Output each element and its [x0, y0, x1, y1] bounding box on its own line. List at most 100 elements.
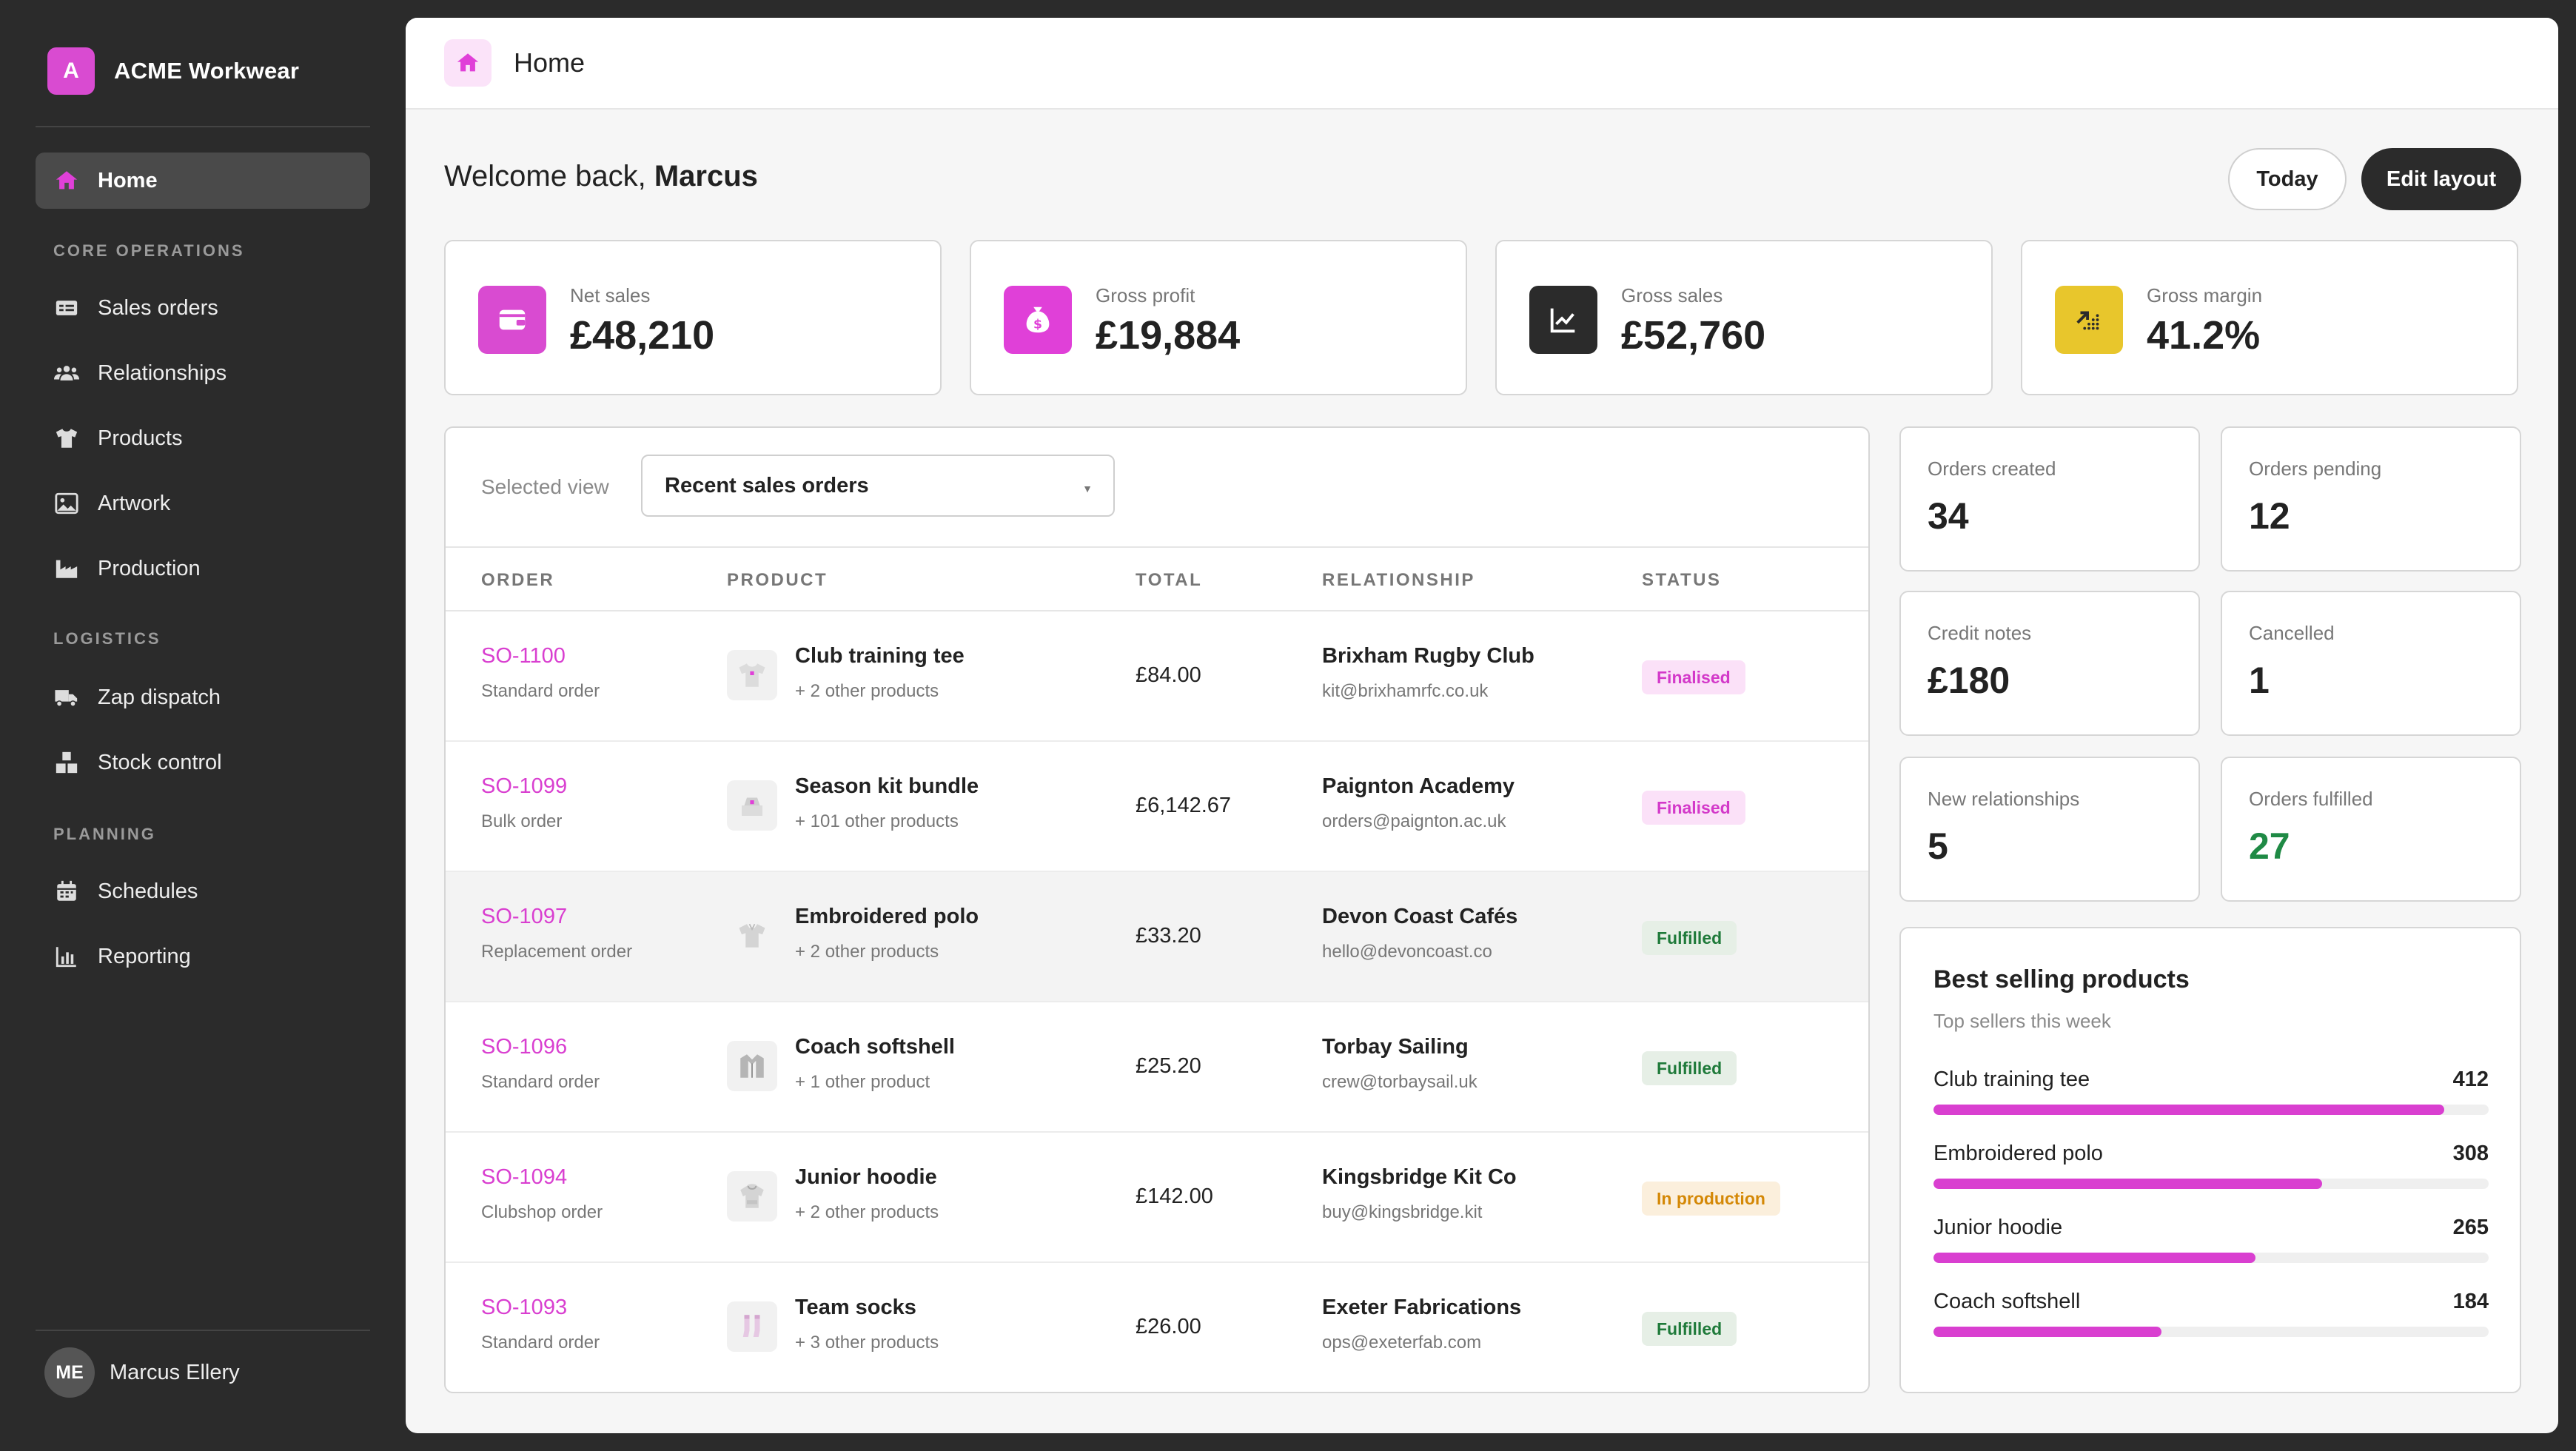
best-seller-item[interactable]: Coach softshell 184 [1933, 1290, 2489, 1349]
status-badge: Fulfilled [1642, 1312, 1737, 1346]
sidebar-item-reporting[interactable]: Reporting [36, 928, 370, 985]
best-seller-item[interactable]: Embroidered polo 308 [1933, 1142, 2489, 1201]
jacket-icon [727, 1041, 777, 1091]
table-row[interactable]: SO-1093 Standard order Team socks + 3 ot… [446, 1263, 1868, 1392]
order-type: Clubshop order [481, 1202, 603, 1222]
relationship-name: Paignton Academy [1322, 774, 1515, 798]
kpi-value: 41.2% [2147, 313, 2261, 358]
truck-icon [52, 683, 81, 712]
user-name: Marcus Ellery [110, 1360, 240, 1384]
brand[interactable]: A ACME Workwear [47, 46, 299, 96]
calendar-icon [52, 877, 81, 906]
sidebar-section-logistics: LOGISTICS [53, 629, 161, 648]
order-id-link[interactable]: SO-1097 [481, 905, 567, 929]
stat-value: 12 [2249, 495, 2290, 537]
edit-layout-button[interactable]: Edit layout [2361, 148, 2521, 210]
kpi-card-gross-sales[interactable]: Gross sales £52,760 [1495, 240, 1993, 395]
relationship-email: orders@paignton.ac.uk [1322, 811, 1506, 831]
relationship-name: Kingsbridge Kit Co [1322, 1165, 1517, 1189]
table-row[interactable]: SO-1099 Bulk order Season kit bundle + 1… [446, 742, 1868, 872]
product-name: Coach softshell [795, 1035, 955, 1059]
stat-card-orders-created[interactable]: Orders created 34 [1899, 426, 2200, 572]
table-row[interactable]: SO-1094 Clubshop order Junior hoodie + 2… [446, 1133, 1868, 1263]
best-seller-name: Coach softshell [1933, 1290, 2081, 1313]
best-seller-value: 265 [2452, 1216, 2489, 1239]
trend-up-icon [2055, 286, 2123, 354]
stat-label: Orders created [1928, 458, 2056, 480]
best-sellers-subtitle: Top sellers this week [1933, 1010, 2111, 1032]
sidebar-item-label: Home [98, 168, 158, 192]
order-type: Standard order [481, 1333, 600, 1353]
best-seller-value: 412 [2452, 1068, 2489, 1091]
kpi-card-net-sales[interactable]: Net sales £48,210 [444, 240, 942, 395]
home-icon [52, 166, 81, 195]
product-more: + 101 other products [795, 811, 959, 831]
sidebar-item-stock-control[interactable]: Stock control [36, 734, 370, 791]
relationship-name: Torbay Sailing [1322, 1035, 1469, 1059]
order-id-link[interactable]: SO-1096 [481, 1035, 567, 1059]
stat-label: Orders fulfilled [2249, 788, 2373, 810]
order-id-link[interactable]: SO-1100 [481, 644, 566, 668]
sidebar-divider [36, 1330, 370, 1331]
stat-label: Credit notes [1928, 622, 2032, 644]
column-header-order[interactable]: ORDER [481, 570, 554, 591]
best-seller-item[interactable]: Club training tee 412 [1933, 1068, 2489, 1127]
order-id-link[interactable]: SO-1099 [481, 774, 567, 799]
stat-card-orders-fulfilled[interactable]: Orders fulfilled 27 [2221, 757, 2521, 902]
sidebar-item-sales-orders[interactable]: Sales orders [36, 280, 370, 336]
relationship-email: kit@brixhamrfc.co.uk [1322, 681, 1489, 701]
best-seller-bar-track [1933, 1179, 2489, 1189]
order-total: £25.20 [1136, 1054, 1201, 1078]
hoodie-icon [727, 1171, 777, 1222]
avatar: ME [44, 1347, 95, 1398]
stat-card-orders-pending[interactable]: Orders pending 12 [2221, 426, 2521, 572]
order-id-link[interactable]: SO-1093 [481, 1296, 567, 1320]
order-total: £6,142.67 [1136, 794, 1232, 817]
sidebar-item-home[interactable]: Home [36, 153, 370, 209]
stat-value: £180 [1928, 660, 2010, 701]
sidebar-section-planning: PLANNING [53, 825, 156, 843]
view-select[interactable]: Recent sales orders ▼ [641, 455, 1115, 517]
sidebar-item-schedules[interactable]: Schedules [36, 863, 370, 919]
best-seller-bar-track [1933, 1105, 2489, 1115]
today-button[interactable]: Today [2228, 148, 2347, 210]
kpi-card-gross-margin[interactable]: Gross margin 41.2% [2021, 240, 2518, 395]
column-header-total[interactable]: TOTAL [1136, 570, 1202, 591]
product-name: Season kit bundle [795, 774, 979, 798]
sidebar-item-products[interactable]: Products [36, 410, 370, 466]
sidebar-divider [36, 126, 370, 127]
column-header-status[interactable]: STATUS [1642, 570, 1721, 591]
stat-card-cancelled[interactable]: Cancelled 1 [2221, 591, 2521, 736]
sidebar-item-production[interactable]: Production [36, 540, 370, 597]
best-seller-item[interactable]: Junior hoodie 265 [1933, 1216, 2489, 1275]
stat-card-new-relationships[interactable]: New relationships 5 [1899, 757, 2200, 902]
svg-text:$: $ [1033, 318, 1042, 332]
table-row[interactable]: SO-1100 Standard order Club training tee… [446, 611, 1868, 742]
sidebar: A ACME Workwear Home CORE OPERATIONS Sal… [0, 0, 406, 1451]
kpi-label: Net sales [570, 284, 651, 306]
stat-card-credit-notes[interactable]: Credit notes £180 [1899, 591, 2200, 736]
column-header-product[interactable]: PRODUCT [727, 570, 828, 591]
best-seller-bar-track [1933, 1327, 2489, 1337]
best-seller-bar-fill [1933, 1327, 2161, 1337]
user-profile[interactable]: ME Marcus Ellery [44, 1347, 240, 1398]
stat-value: 34 [1928, 495, 1969, 537]
table-row[interactable]: SO-1096 Standard order Coach softshell +… [446, 1002, 1868, 1133]
stat-value: 5 [1928, 825, 1948, 867]
view-select-value: Recent sales orders [665, 473, 869, 497]
bar-chart-icon [52, 942, 81, 971]
relationship-email: buy@kingsbridge.kit [1322, 1202, 1483, 1222]
order-total: £33.20 [1136, 924, 1201, 948]
product-name: Embroidered polo [795, 905, 979, 928]
table-row[interactable]: SO-1097 Replacement order Embroidered po… [446, 872, 1868, 1002]
column-header-relationship[interactable]: RELATIONSHIP [1322, 570, 1475, 591]
sidebar-item-label: Schedules [98, 879, 198, 903]
best-seller-bar-fill [1933, 1253, 2255, 1263]
order-id-link[interactable]: SO-1094 [481, 1165, 567, 1190]
kpi-card-gross-profit[interactable]: $ Gross profit £19,884 [970, 240, 1467, 395]
sidebar-item-artwork[interactable]: Artwork [36, 475, 370, 532]
sidebar-item-relationships[interactable]: Relationships [36, 345, 370, 401]
sidebar-item-zap-dispatch[interactable]: Zap dispatch [36, 669, 370, 726]
sales-orders-icon [52, 293, 81, 323]
stat-label: Orders pending [2249, 458, 2382, 480]
